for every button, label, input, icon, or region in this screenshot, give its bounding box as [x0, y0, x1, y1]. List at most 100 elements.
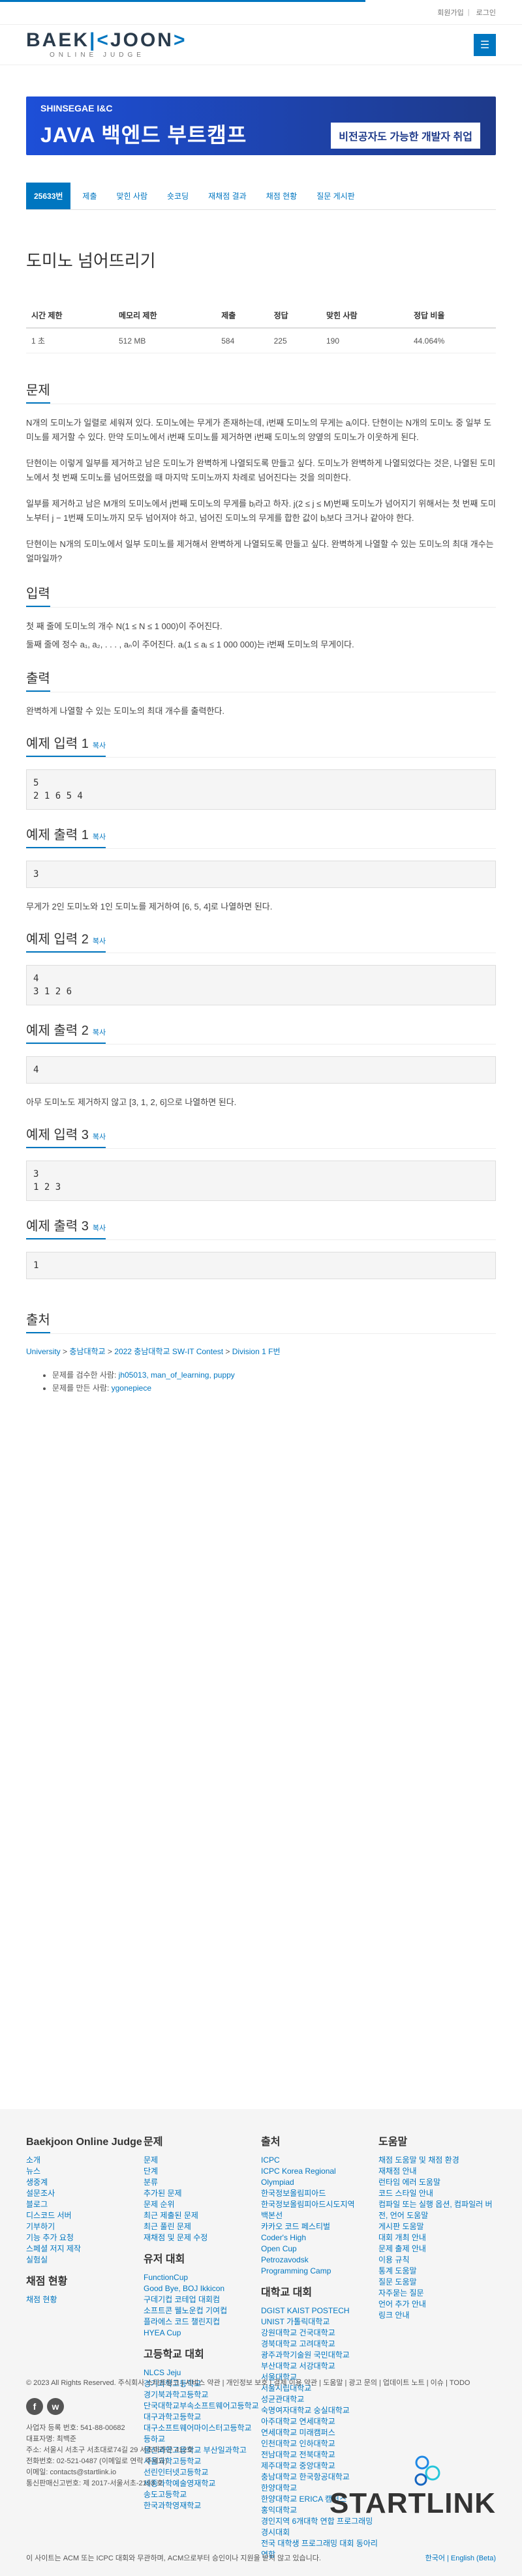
- footer-link[interactable]: 소프트콘 웰노운컵 기여컵: [144, 2305, 261, 2317]
- tab-solvers[interactable]: 맞힌 사람: [109, 183, 156, 209]
- footer-link[interactable]: 게시판 도움말: [378, 2221, 496, 2232]
- footer-link[interactable]: 카카오 코드 페스티벌: [261, 2221, 378, 2232]
- tab-rejudge-results[interactable]: 재채점 결과: [200, 183, 254, 209]
- footer-link[interactable]: 강원대학교 건국대학교: [261, 2328, 378, 2339]
- footer-link[interactable]: 뉴스: [26, 2166, 144, 2177]
- footer-link[interactable]: 최근 풀린 문제: [144, 2221, 261, 2232]
- source-link-contest[interactable]: 2022 충남대학교 SW-IT Contest: [114, 1347, 223, 1356]
- tab-submit[interactable]: 제출: [74, 183, 104, 209]
- footer-link[interactable]: 채점 도움말 및 채점 환경: [378, 2155, 496, 2166]
- tab-status[interactable]: 채점 현황: [258, 183, 305, 209]
- tab-problem[interactable]: 25633번: [26, 183, 71, 209]
- hamburger-menu-button[interactable]: ☰: [474, 33, 496, 56]
- footer-link[interactable]: 링크 안내: [378, 2310, 496, 2321]
- footer-link[interactable]: DGIST KAIST POSTECH: [261, 2305, 378, 2317]
- footer-links-sources: ICPC ICPC Korea Regional Olympiad 한국정보올림피아드…: [261, 2155, 378, 2277]
- source-link-division[interactable]: Division 1 F번: [232, 1347, 281, 1356]
- footer-link[interactable]: 실험실: [26, 2255, 144, 2266]
- copy-button[interactable]: 복사: [93, 742, 106, 750]
- signup-link[interactable]: 회원가입: [437, 7, 463, 18]
- footer-link[interactable]: 문제: [144, 2155, 261, 2166]
- ad-banner[interactable]: SHINSEGAE I&C JAVA 백엔드 부트캠프 비전공자도 가능한 개발…: [26, 96, 496, 155]
- wordpress-icon[interactable]: w: [47, 2398, 64, 2415]
- footer-link[interactable]: 구데기컵 코테업 대회컴: [144, 2294, 261, 2305]
- footer-link[interactable]: NLCS Jeju: [144, 2367, 261, 2378]
- source-link-school[interactable]: 충남대학교: [69, 1347, 105, 1356]
- footer-link[interactable]: 언어 추가 안내: [378, 2299, 496, 2310]
- footer-link[interactable]: 코드 스타일 안내: [378, 2188, 496, 2199]
- footer-link[interactable]: 디스코드 서버: [26, 2210, 144, 2221]
- footer-link[interactable]: 단계: [144, 2166, 261, 2177]
- copy-button[interactable]: 복사: [93, 1133, 106, 1141]
- sample-input-1: 예제 입력 1 복사 5 2 1 6 5 4: [26, 730, 496, 810]
- footer-link[interactable]: Good Bye, BOJ Ikkicon: [144, 2283, 261, 2294]
- footer-link[interactable]: 한국정보올림피아드시도지역: [261, 2199, 378, 2210]
- footer-link[interactable]: 통계 도움말: [378, 2266, 496, 2277]
- tab-qna-board[interactable]: 질문 게시판: [309, 183, 363, 209]
- footer-link[interactable]: Coder's High: [261, 2232, 378, 2243]
- footer-link[interactable]: Petrozavodsk: [261, 2255, 378, 2266]
- sample-input-3: 예제 입력 3 복사 3 1 2 3: [26, 1121, 496, 1201]
- footer-link[interactable]: 블로그: [26, 2199, 144, 2210]
- reviewer-links[interactable]: jh05013, man_of_learning, puppy: [119, 1370, 235, 1380]
- startlink-logo[interactable]: STARTLINK: [330, 2487, 496, 2520]
- footer-link[interactable]: 부산대학교 서강대학교: [261, 2361, 378, 2372]
- sample-input-box[interactable]: 3 1 2 3: [26, 1161, 496, 1201]
- sample-output-box[interactable]: 1: [26, 1252, 496, 1279]
- footer-link[interactable]: 스페셜 저지 제작: [26, 2243, 144, 2255]
- footer-link[interactable]: Open Cup: [261, 2243, 378, 2255]
- sample-output-box[interactable]: 3: [26, 861, 496, 888]
- footer-link[interactable]: 런타임 에러 도움말: [378, 2177, 496, 2188]
- footer-link[interactable]: 경북대학교 고려대학교: [261, 2339, 378, 2350]
- footer-link[interactable]: 생중계: [26, 2177, 144, 2188]
- footer-link[interactable]: 백본선: [261, 2210, 378, 2221]
- footer-link[interactable]: 이용 규칙: [378, 2255, 496, 2266]
- copy-button[interactable]: 복사: [93, 1029, 106, 1037]
- footer-link[interactable]: 대회 개최 안내: [378, 2232, 496, 2243]
- author-link[interactable]: ygonepiece: [112, 1384, 151, 1393]
- main-content: SHINSEGAE I&C JAVA 백엔드 부트캠프 비전공자도 가능한 개발…: [0, 96, 522, 1395]
- footer-link[interactable]: 추가된 문제: [144, 2188, 261, 2199]
- tab-short-coding[interactable]: 숏코딩: [159, 183, 196, 209]
- footer-link[interactable]: 재채점 및 문제 수정: [144, 2232, 261, 2243]
- footer-link[interactable]: UNIST 가톨릭대학교: [261, 2317, 378, 2328]
- footer-link[interactable]: 광주과학기술원 국민대학교: [261, 2350, 378, 2361]
- footer-link[interactable]: 채점 현황: [26, 2294, 144, 2305]
- footer-link[interactable]: Programming Camp: [261, 2266, 378, 2277]
- facebook-icon[interactable]: f: [26, 2398, 43, 2415]
- footer-link[interactable]: 분류: [144, 2177, 261, 2188]
- copy-button[interactable]: 복사: [93, 938, 106, 945]
- copy-button[interactable]: 복사: [93, 1224, 106, 1232]
- footer-link[interactable]: 플라에스 코드 챌린지컵: [144, 2317, 261, 2328]
- footer-link[interactable]: 컴파일 또는 실행 옵션, 컴파일러 버전, 언어 도움말: [378, 2199, 496, 2221]
- footer-link[interactable]: 재채점 안내: [378, 2166, 496, 2177]
- copy-button[interactable]: 복사: [93, 833, 106, 841]
- footer-link[interactable]: 문제 순위: [144, 2199, 261, 2210]
- footer-link[interactable]: ICPC Korea Regional: [261, 2166, 378, 2177]
- footer-link[interactable]: ICPC: [261, 2155, 378, 2166]
- footer-link[interactable]: 자주묻는 질문: [378, 2288, 496, 2299]
- footer-link[interactable]: 소개: [26, 2155, 144, 2166]
- sample-output-box[interactable]: 4: [26, 1056, 496, 1084]
- language-switch[interactable]: 한국어 | English (Beta): [425, 2553, 496, 2563]
- footer-link[interactable]: Olympiad: [261, 2177, 378, 2188]
- footer-policy-links[interactable]: | 서비스 약관 | 개인정보 보호 | 결제 이용 약관 | 도움말 | 광고…: [179, 2379, 470, 2387]
- source-link-university[interactable]: University: [26, 1347, 61, 1356]
- site-logo[interactable]: BAEK|<JOON> ONLINE JUDGE: [26, 31, 187, 59]
- sample-input-box[interactable]: 5 2 1 6 5 4: [26, 769, 496, 810]
- footer-link[interactable]: 기능 추가 요청: [26, 2232, 144, 2243]
- footer-link[interactable]: 송도고등학교: [144, 2489, 261, 2500]
- footer-link[interactable]: 문제 출제 안내: [378, 2243, 496, 2255]
- footer-link[interactable]: 기부하기: [26, 2221, 144, 2232]
- footer-link[interactable]: 설문조사: [26, 2188, 144, 2199]
- footer-link[interactable]: FunctionCup: [144, 2272, 261, 2283]
- footer-link[interactable]: 한국정보올림피아드: [261, 2188, 378, 2199]
- submissions-header: 제출: [216, 303, 269, 329]
- footer-link[interactable]: 질문 도움말: [378, 2277, 496, 2288]
- footer-col-boj: Baekjoon Online Judge 소개 뉴스 생중계 설문조사 블로그 디스코드…: [26, 2135, 144, 2560]
- footer-link[interactable]: 최근 제출된 문제: [144, 2210, 261, 2221]
- footer-link[interactable]: HYEA Cup: [144, 2328, 261, 2339]
- sample-input-box[interactable]: 4 3 1 2 6: [26, 965, 496, 1005]
- login-link[interactable]: 로그인: [476, 7, 496, 18]
- footer-link[interactable]: 한국과학영재학교: [144, 2500, 261, 2511]
